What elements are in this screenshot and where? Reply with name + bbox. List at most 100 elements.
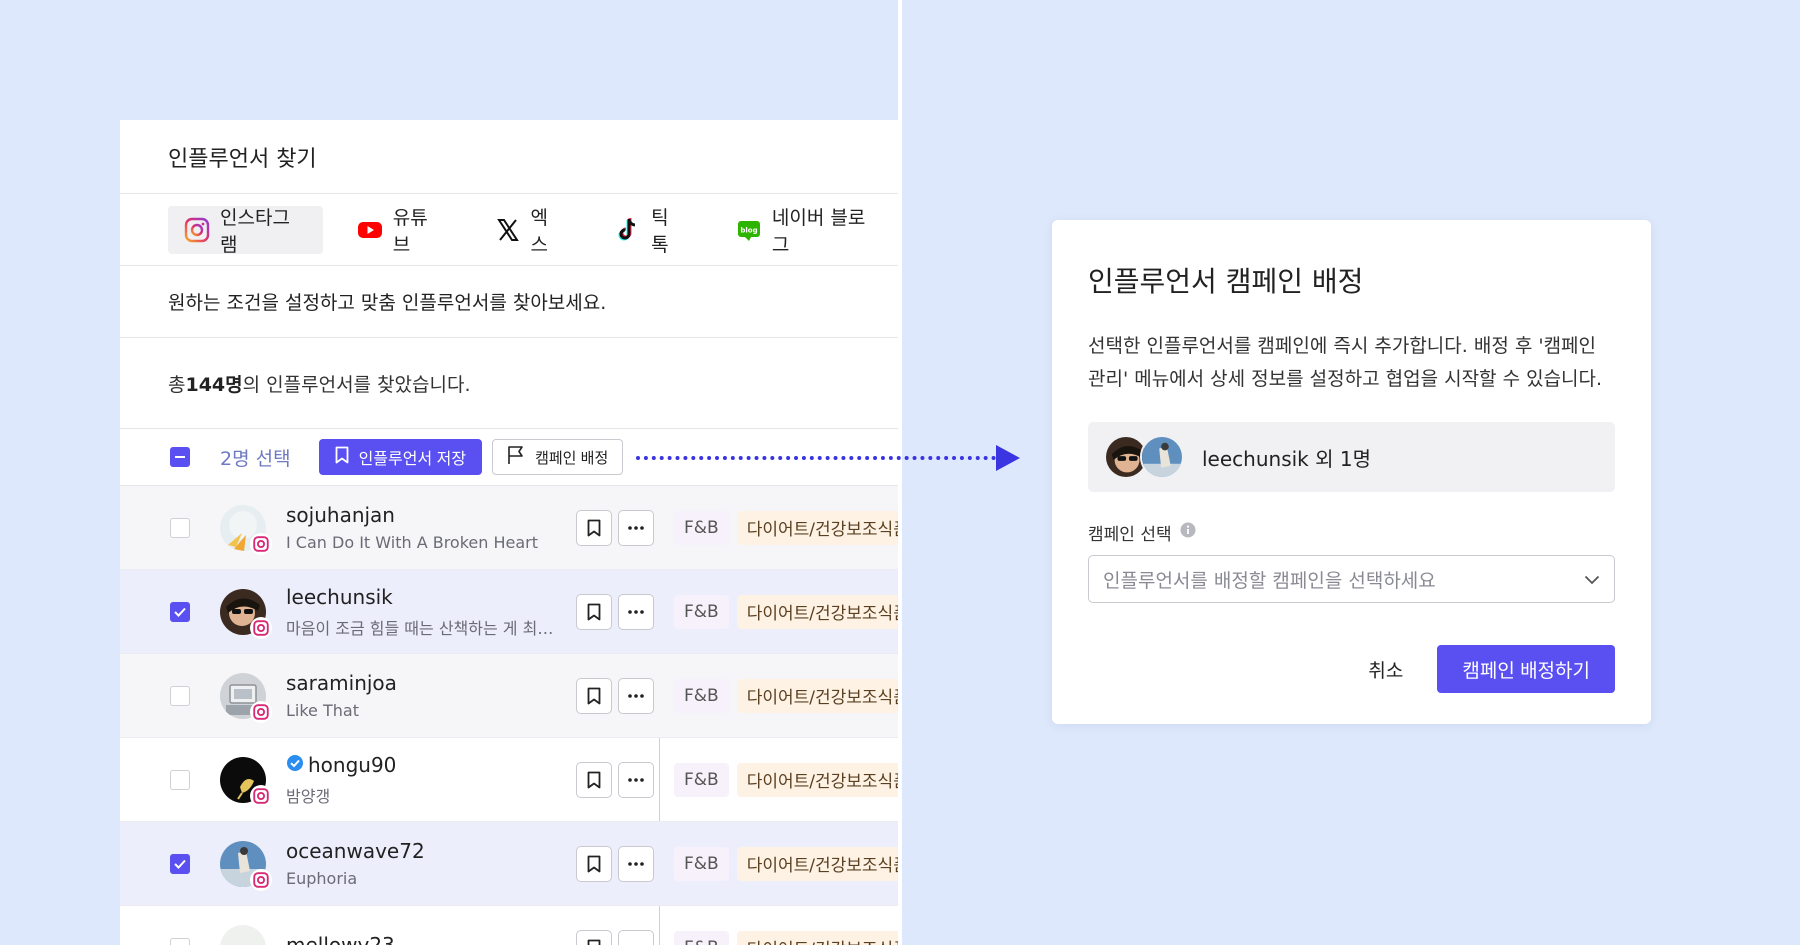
- username[interactable]: saraminjoa: [286, 671, 576, 695]
- username: hongu90: [308, 752, 397, 777]
- selected-influencers: leechunsik 외 1명: [1088, 422, 1615, 492]
- table-row[interactable]: saraminjoa Like That F&B 다이어트/건강보조식품: [120, 654, 898, 738]
- avatar-stack: [1104, 435, 1190, 479]
- more-icon: [628, 609, 644, 614]
- selected-count: 2명 선택: [220, 447, 291, 470]
- category-tag: 다이어트/건강보조식품: [736, 762, 898, 797]
- cancel-button[interactable]: 취소: [1368, 656, 1403, 683]
- user-bio: Euphoria: [286, 869, 358, 888]
- select-all-checkbox[interactable]: [170, 447, 190, 467]
- tab-naver-blog[interactable]: blog 네이버 블로그: [720, 206, 898, 256]
- tab-label: 유튜브: [392, 206, 428, 256]
- table-row[interactable]: mellowy23 F&B 다이어트/건강보조식품: [120, 906, 898, 945]
- bookmark-button[interactable]: [576, 593, 612, 630]
- tab-youtube[interactable]: 유튜브: [341, 206, 461, 256]
- avatar: [220, 504, 272, 555]
- page-title: 인플루언서 찾기: [120, 120, 898, 194]
- flag-icon: [507, 445, 525, 469]
- row-checkbox[interactable]: [170, 685, 190, 706]
- username[interactable]: sojuhanjan: [286, 503, 576, 527]
- row-checkbox[interactable]: [170, 937, 190, 945]
- row-checkbox[interactable]: [170, 517, 190, 538]
- avatar: [1140, 435, 1184, 479]
- category-tag: 다이어트/건강보조식품: [736, 678, 898, 713]
- category-tags: F&B 다이어트/건강보조식품: [674, 846, 898, 881]
- influencer-list: sojuhanjan I Can Do It With A Broken Hea…: [120, 486, 898, 945]
- user-bio: 밤양갱: [286, 786, 331, 806]
- confirm-assign-button[interactable]: 캠페인 배정하기: [1437, 645, 1615, 693]
- more-options-button[interactable]: [618, 593, 654, 630]
- naver-blog-icon: blog: [736, 217, 762, 243]
- more-icon: [628, 693, 644, 698]
- bookmark-button[interactable]: [576, 929, 612, 945]
- category-tags: F&B 다이어트/건강보조식품: [674, 678, 898, 713]
- bookmark-button[interactable]: [576, 845, 612, 882]
- tab-label: 네이버 블로그: [771, 206, 866, 256]
- category-tag: F&B: [674, 846, 729, 881]
- category-tag: F&B: [674, 594, 729, 629]
- avatar: [220, 756, 272, 807]
- save-influencer-button[interactable]: 인플루언서 저장: [318, 439, 483, 475]
- avatar: [220, 588, 272, 639]
- row-checkbox[interactable]: [170, 769, 190, 790]
- table-row[interactable]: oceanwave72 Euphoria F&B 다이어트/건강보조식품: [120, 822, 898, 906]
- panel-divider: [898, 0, 902, 945]
- selected-influencers-label: leechunsik 외 1명: [1202, 446, 1371, 471]
- bookmark-icon: [587, 687, 601, 704]
- instagram-badge-icon: [250, 700, 272, 723]
- bookmark-button[interactable]: [576, 509, 612, 546]
- result-count: 총 144명 의 인플루언서를 찾았습니다.: [120, 338, 898, 428]
- tiktok-icon: [615, 217, 641, 243]
- user-bio: Like That: [286, 701, 359, 720]
- tab-tiktok[interactable]: 틱톡: [599, 206, 702, 256]
- instagram-badge-icon: [250, 868, 272, 891]
- bookmark-button[interactable]: [576, 761, 612, 798]
- more-options-button[interactable]: [618, 509, 654, 546]
- more-options-button[interactable]: [618, 845, 654, 882]
- avatar: [220, 840, 272, 891]
- username-with-verified[interactable]: hongu90: [286, 753, 576, 777]
- category-tags: F&B 다이어트/건강보조식품: [674, 930, 898, 945]
- category-tags: F&B 다이어트/건강보조식품: [674, 762, 898, 797]
- arrow-right-icon: [996, 445, 1020, 471]
- campaign-select[interactable]: 인플루언서를 배정할 캠페인을 선택하세요: [1088, 555, 1615, 603]
- modal-actions: 취소 캠페인 배정하기: [1088, 645, 1615, 693]
- instagram-badge-icon: [250, 532, 272, 555]
- category-tag: 다이어트/건강보조식품: [736, 930, 898, 945]
- category-tags: F&B 다이어트/건강보조식품: [674, 594, 898, 629]
- category-tag: 다이어트/건강보조식품: [736, 846, 898, 881]
- bookmark-button[interactable]: [576, 677, 612, 714]
- campaign-assign-modal: 인플루언서 캠페인 배정 선택한 인플루언서를 캠페인에 즉시 추가합니다. 배…: [1052, 220, 1651, 724]
- info-icon[interactable]: [1180, 522, 1196, 543]
- row-checkbox[interactable]: [170, 601, 190, 622]
- tab-instagram[interactable]: 인스타그램: [168, 205, 323, 256]
- username[interactable]: mellowy23: [286, 933, 576, 945]
- instagram-badge-icon: [250, 616, 272, 639]
- avatar: [220, 672, 272, 723]
- more-options-button[interactable]: [618, 929, 654, 945]
- table-row[interactable]: sojuhanjan I Can Do It With A Broken Hea…: [120, 486, 898, 570]
- campaign-select-placeholder: 인플루언서를 배정할 캠페인을 선택하세요: [1103, 569, 1436, 592]
- username[interactable]: oceanwave72: [286, 839, 576, 863]
- more-icon: [628, 525, 644, 530]
- username[interactable]: leechunsik: [286, 585, 576, 609]
- more-options-button[interactable]: [618, 761, 654, 798]
- influencer-search-panel: 인플루언서 찾기 인스타그램 유튜브 엑스 틱톡 blog 네이버 블로그 원하…: [120, 120, 898, 945]
- bookmark-icon: [587, 939, 601, 945]
- table-row[interactable]: leechunsik 마음이 조금 힘들 때는 산책하는 게 최고... F&B…: [120, 570, 898, 654]
- tab-x[interactable]: 엑스: [479, 206, 582, 256]
- instagram-icon: [184, 217, 210, 243]
- more-icon: [628, 861, 644, 866]
- search-description: 원하는 조건을 설정하고 맞춤 인플루언서를 찾아보세요.: [120, 266, 898, 338]
- table-row[interactable]: hongu90 밤양갱 F&B 다이어트/건강보조식품: [120, 738, 898, 822]
- more-options-button[interactable]: [618, 677, 654, 714]
- bookmark-icon: [587, 771, 601, 788]
- assign-campaign-button[interactable]: 캠페인 배정: [492, 439, 624, 475]
- category-tag: F&B: [674, 510, 729, 545]
- user-bio: 마음이 조금 힘들 때는 산책하는 게 최고...: [286, 618, 566, 638]
- category-tag: F&B: [674, 678, 729, 713]
- x-icon: [495, 217, 521, 243]
- bookmark-icon: [587, 519, 601, 536]
- row-checkbox[interactable]: [170, 853, 190, 874]
- flow-arrow-line: [636, 456, 996, 460]
